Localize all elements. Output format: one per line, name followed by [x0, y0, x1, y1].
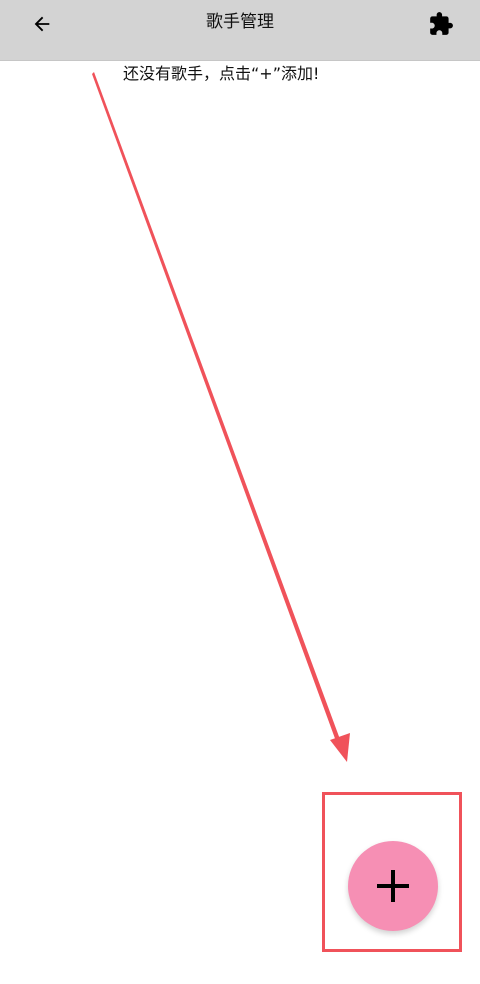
plugin-button[interactable]	[424, 7, 458, 41]
puzzle-icon	[430, 12, 453, 35]
plus-icon	[377, 870, 409, 902]
app-bar: 歌手管理	[0, 0, 480, 61]
empty-hint: 还没有歌手，点击“+”添加!	[123, 64, 320, 83]
add-singer-button[interactable]	[348, 841, 438, 931]
arrow-shaft	[92, 72, 341, 744]
page-title: 歌手管理	[206, 12, 274, 32]
arrow-head	[330, 733, 350, 762]
annotation-arrow	[92, 72, 350, 762]
